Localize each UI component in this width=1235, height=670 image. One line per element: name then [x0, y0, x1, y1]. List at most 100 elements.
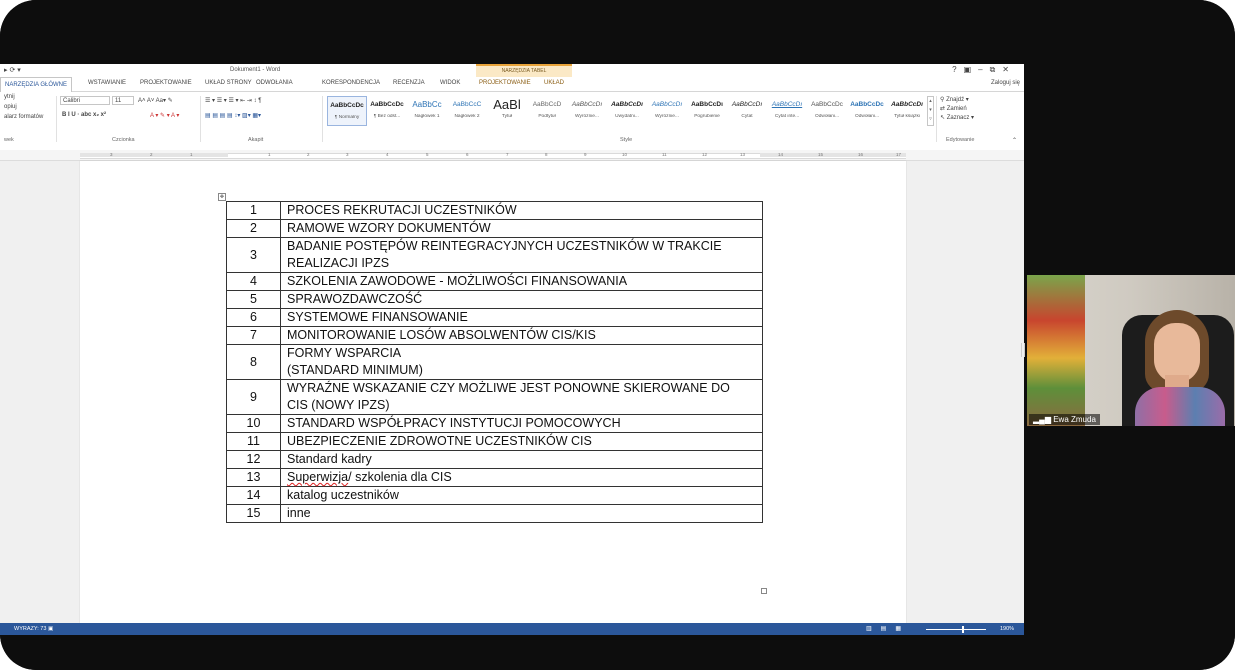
- ruler-tick: 11: [662, 152, 667, 157]
- list-icons[interactable]: ☰ ▾ ☰ ▾ ☰ ▾ ⇤ ⇥ ↕ ¶: [205, 97, 261, 104]
- ruler-tick: 8: [545, 152, 548, 157]
- row-text[interactable]: MONITOROWANIE LOSÓW ABSOLWENTÓW CIS/KIS: [280, 326, 763, 345]
- row-text[interactable]: katalog uczestników: [280, 486, 763, 505]
- row-text[interactable]: FORMY WSPARCIA (STANDARD MINIMUM): [280, 344, 763, 380]
- tab-home[interactable]: NARZĘDZIA GŁÓWNE: [0, 77, 73, 93]
- row-number[interactable]: 4: [226, 272, 281, 291]
- horizontal-ruler[interactable]: 3 2 1 1 2 3 4 5 6 7 8 9 10 11 12 13 14 1…: [0, 150, 1024, 161]
- tab-mailings[interactable]: KORESPONDENCJA: [322, 80, 380, 86]
- row-number[interactable]: 6: [226, 308, 281, 327]
- row-text[interactable]: PROCES REKRUTACJI UCZESTNIKÓW: [280, 201, 763, 220]
- tab-insert[interactable]: WSTAWIANIE: [88, 80, 126, 86]
- row-number[interactable]: 7: [226, 326, 281, 345]
- style-subtle-reference[interactable]: AaBbCcDc Odwołani...: [807, 96, 847, 126]
- ruler-tick: 1: [190, 152, 193, 157]
- row-number[interactable]: 10: [226, 414, 281, 433]
- video-painting: [1027, 275, 1085, 426]
- tab-references[interactable]: ODWOŁANIA: [256, 80, 293, 86]
- row-number[interactable]: 2: [226, 219, 281, 238]
- copy-button[interactable]: opiuj: [4, 104, 17, 110]
- video-panel-drag-handle[interactable]: [1021, 343, 1025, 357]
- row-text[interactable]: SYSTEMOWE FINANSOWANIE: [280, 308, 763, 327]
- style-no-spacing[interactable]: AaBbCcDc ¶ Bez odst...: [367, 96, 407, 126]
- row-text[interactable]: Standard kadry: [280, 450, 763, 469]
- style-intense-quote[interactable]: AaBbCcDı Cytat inte...: [767, 96, 807, 126]
- style-intense-reference[interactable]: AaBbCcDc Odwołani...: [847, 96, 887, 126]
- table-row: 4 SZKOLENIA ZAWODOWE - MOŻLIWOŚCI FINANSO…: [226, 272, 763, 291]
- ruler-tick: 4: [386, 152, 389, 157]
- table-resize-handle[interactable]: [761, 588, 767, 594]
- select-button[interactable]: ↖ Zaznacz ▾: [940, 114, 974, 123]
- style-strong[interactable]: AaBbCcDı Pogrubienie: [687, 96, 727, 126]
- row-number[interactable]: 11: [226, 432, 281, 451]
- row-text[interactable]: inne: [280, 504, 763, 523]
- style-heading-2[interactable]: AaBbCcC Nagłówek 2: [447, 96, 487, 126]
- ruler-tick: 9: [584, 152, 587, 157]
- style-subtle-emphasis[interactable]: AaBbCcDı Wyróżnie...: [567, 96, 607, 126]
- style-subtitle[interactable]: AaBbCcD Podtytuł: [527, 96, 567, 126]
- row-text[interactable]: SZKOLENIA ZAWODOWE - MOŻLIWOŚCI FINANSOW…: [280, 272, 763, 291]
- table-row: 15 inne: [226, 504, 763, 523]
- screen-frame: ▸ ⟳ ▾ Dokument1 - Word NARZĘDZIA TABEL ?…: [0, 0, 1235, 670]
- alignment-icons[interactable]: ▤ ▤ ▤ ▤ ↕▾ ▨▾ ▦▾: [205, 112, 261, 119]
- row-text[interactable]: WYRAŹNE WSKAZANIE CZY MOŻLIWE JEST PONOW…: [280, 379, 763, 415]
- word-count[interactable]: WYRAZY: 73 ▣: [14, 626, 53, 632]
- row-text[interactable]: RAMOWE WZORY DOKUMENTÓW: [280, 219, 763, 238]
- style-intense-emphasis[interactable]: AaBbCcDı Wyróżnie...: [647, 96, 687, 126]
- styles-scroll-buttons[interactable]: ▴ ▾ ▿: [927, 96, 934, 126]
- style-emphasis[interactable]: AaBbCcDı Uwydatni...: [607, 96, 647, 126]
- row-number[interactable]: 14: [226, 486, 281, 505]
- row-number[interactable]: 5: [226, 290, 281, 309]
- style-heading-1[interactable]: AaBbCc Nagłówek 1: [407, 96, 447, 126]
- ribbon-tabs: NARZĘDZIA GŁÓWNE WSTAWIANIE PROJEKTOWANI…: [0, 77, 1024, 93]
- tab-table-design[interactable]: PROJEKTOWANIE: [479, 80, 531, 86]
- style-quote[interactable]: AaBbCcDı Cytat: [727, 96, 767, 126]
- row-number[interactable]: 12: [226, 450, 281, 469]
- bold-italic-underline-icons[interactable]: B I U · abc x₂ x²: [62, 112, 106, 118]
- row-number[interactable]: 13: [226, 468, 281, 487]
- row-text[interactable]: Superwizja/ szkolenia dla CIS: [280, 468, 763, 487]
- replace-button[interactable]: ⇄ Zamień: [940, 105, 974, 114]
- zoom-slider[interactable]: [926, 629, 986, 630]
- tab-view[interactable]: WIDOK: [440, 80, 460, 86]
- window-controls[interactable]: ?▣–⧉✕: [952, 65, 1016, 75]
- zoom-slider-knob[interactable]: [962, 626, 964, 633]
- style-book-title[interactable]: AaBbCcDı Tytuł książki: [887, 96, 927, 126]
- table-move-handle[interactable]: ✥: [218, 193, 226, 201]
- cut-button[interactable]: ytnij: [4, 94, 15, 100]
- row-number[interactable]: 3: [226, 237, 281, 273]
- table-row: 6 SYSTEMOWE FINANSOWANIE: [226, 308, 763, 327]
- document-table[interactable]: 1 PROCES REKRUTACJI UCZESTNIKÓW 2 RAMOWE W…: [226, 201, 763, 523]
- font-color-icons[interactable]: A ▾ ✎ ▾ A ▾: [150, 112, 179, 119]
- style-normal[interactable]: AaBbCcDc ¶ Normalny: [327, 96, 367, 126]
- font-grow-shrink-icons[interactable]: A˄ A˅ Aa▾ ✎: [138, 97, 173, 104]
- find-button[interactable]: ⚲ Znajdź ▾: [940, 96, 974, 105]
- font-name-box[interactable]: Calibri: [60, 96, 110, 105]
- style-title[interactable]: AaBl Tytuł: [487, 96, 527, 126]
- row-number[interactable]: 1: [226, 201, 281, 220]
- tab-table-layout[interactable]: UKŁAD: [544, 80, 564, 86]
- table-row: 10 STANDARD WSPÓŁPRACY INSTYTUCJI POMOCOW…: [226, 414, 763, 433]
- format-painter-button[interactable]: alarz formatów: [4, 114, 43, 120]
- row-text[interactable]: SPRAWOZDAWCZOŚĆ: [280, 290, 763, 309]
- ruler-tick: 14: [778, 152, 784, 157]
- tab-review[interactable]: RECENZJA: [393, 80, 425, 86]
- row-text[interactable]: STANDARD WSPÓŁPRACY INSTYTUCJI POMOCOWYC…: [280, 414, 763, 433]
- font-size-box[interactable]: 11: [112, 96, 134, 105]
- row-number[interactable]: 15: [226, 504, 281, 523]
- tab-page-layout[interactable]: UKŁAD STRONY: [205, 80, 252, 86]
- row-number[interactable]: 9: [226, 379, 281, 415]
- view-mode-icons[interactable]: ▥▤▦: [866, 625, 910, 632]
- tab-design[interactable]: PROJEKTOWANIE: [140, 80, 192, 86]
- collapse-ribbon-icon[interactable]: ⌃: [1012, 137, 1017, 144]
- row-text[interactable]: UBEZPIECZENIE ZDROWOTNE UCZESTNIKÓW CIS: [280, 432, 763, 451]
- row-text[interactable]: BADANIE POSTĘPÓW REINTEGRACYJNYCH UCZEST…: [280, 237, 763, 273]
- table-row: 12 Standard kadry: [226, 450, 763, 469]
- misspelled-word[interactable]: Superwizja: [287, 470, 348, 484]
- quick-access-toolbar[interactable]: ▸ ⟳ ▾: [4, 66, 21, 74]
- row-number[interactable]: 8: [226, 344, 281, 380]
- table-row: 13 Superwizja/ szkolenia dla CIS: [226, 468, 763, 487]
- participant-video[interactable]: [1027, 275, 1235, 426]
- sign-in-link[interactable]: Zaloguj się: [991, 80, 1020, 86]
- zoom-level[interactable]: 190%: [1000, 626, 1014, 632]
